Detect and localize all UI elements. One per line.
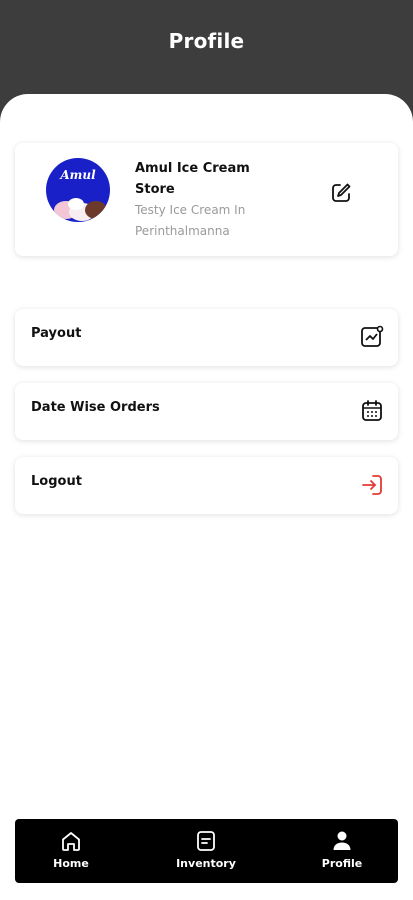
inventory-icon: [197, 831, 215, 851]
tab-home[interactable]: Home: [21, 819, 121, 883]
tab-profile[interactable]: Profile: [292, 819, 392, 883]
bottom-tab-bar: Home Inventory Profile: [15, 819, 398, 883]
tab-inventory-label: Inventory: [176, 857, 236, 870]
store-name: Amul Ice Cream Store: [135, 161, 250, 197]
date-wise-orders-row[interactable]: Date Wise Orders: [15, 383, 398, 440]
ice-cream-image: [54, 198, 107, 221]
tab-inventory[interactable]: Inventory: [156, 819, 256, 883]
payout-chart-icon: [360, 325, 384, 349]
edit-icon: [332, 183, 351, 202]
tab-profile-label: Profile: [321, 857, 363, 870]
edit-profile-button[interactable]: [329, 181, 353, 205]
page-title: Profile: [168, 29, 245, 53]
home-icon: [62, 832, 80, 851]
store-description: Testy Ice Cream In Perinthalmanna: [135, 203, 246, 238]
store-avatar: Amul: [46, 158, 110, 222]
tab-home-label: Home: [53, 857, 89, 870]
payout-row[interactable]: Payout: [15, 309, 398, 366]
date-wise-orders-label: Date Wise Orders: [31, 400, 160, 415]
user-icon: [333, 831, 351, 850]
calendar-icon: [360, 399, 384, 423]
logout-icon: [360, 473, 384, 497]
logout-label: Logout: [31, 474, 82, 489]
payout-label: Payout: [31, 326, 82, 341]
logout-row[interactable]: Logout: [15, 457, 398, 514]
